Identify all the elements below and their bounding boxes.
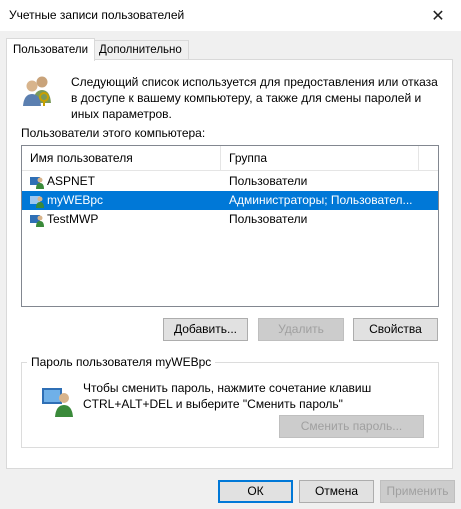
user-name: ASPNET bbox=[47, 174, 96, 188]
change-password-button[interactable]: Сменить пароль... bbox=[279, 415, 424, 438]
user-group: Администраторы; Пользовател... bbox=[229, 193, 413, 207]
tab-advanced-label: Дополнительно bbox=[99, 44, 182, 56]
title-bar: Учетные записи пользователей ✕ bbox=[0, 0, 461, 31]
list-item-testmwp[interactable]: TestMWP Пользователи bbox=[22, 210, 438, 229]
user-name: myWEBpc bbox=[47, 193, 104, 207]
user-name: TestMWP bbox=[47, 212, 99, 226]
password-instruction-text: Чтобы сменить пароль, нажмите сочетание … bbox=[83, 381, 372, 411]
listview-header: Имя пользователя Группа bbox=[22, 146, 438, 171]
users-list-label: Пользователи этого компьютера: bbox=[21, 126, 206, 140]
tab-users-label: Пользователи bbox=[13, 44, 89, 56]
user-icon bbox=[30, 196, 44, 208]
list-item-mywebpc[interactable]: myWEBpc Администраторы; Пользовател... bbox=[22, 191, 438, 210]
users-listview[interactable]: Имя пользователя Группа ASPNET Пользоват… bbox=[21, 145, 439, 307]
user-group: Пользователи bbox=[229, 212, 308, 226]
tab-advanced[interactable]: Дополнительно bbox=[92, 40, 189, 60]
user-password-icon bbox=[42, 388, 73, 417]
password-group-title: Пароль пользователя myWEBpc bbox=[27, 355, 216, 369]
apply-button[interactable]: Применить bbox=[380, 480, 455, 503]
user-icon bbox=[30, 177, 44, 189]
close-icon: ✕ bbox=[431, 7, 445, 25]
window-title: Учетные записи пользователей bbox=[9, 8, 185, 22]
properties-button[interactable]: Свойства bbox=[353, 318, 438, 341]
list-item-aspnet[interactable]: ASPNET Пользователи bbox=[22, 172, 438, 191]
tab-users[interactable]: Пользователи bbox=[6, 38, 96, 61]
column-header-username[interactable]: Имя пользователя bbox=[22, 146, 221, 170]
ok-button[interactable]: ОК bbox=[218, 480, 293, 503]
cancel-button[interactable]: Отмена bbox=[299, 480, 374, 503]
remove-user-button[interactable]: Удалить bbox=[258, 318, 344, 341]
description-text: Следующий список используется для предос… bbox=[71, 75, 438, 121]
column-header-group[interactable]: Группа bbox=[221, 146, 419, 170]
user-group: Пользователи bbox=[229, 174, 308, 188]
close-button[interactable]: ✕ bbox=[415, 0, 461, 31]
users-icon bbox=[23, 76, 51, 106]
add-user-button[interactable]: Добавить... bbox=[163, 318, 248, 341]
user-icon bbox=[30, 215, 44, 227]
